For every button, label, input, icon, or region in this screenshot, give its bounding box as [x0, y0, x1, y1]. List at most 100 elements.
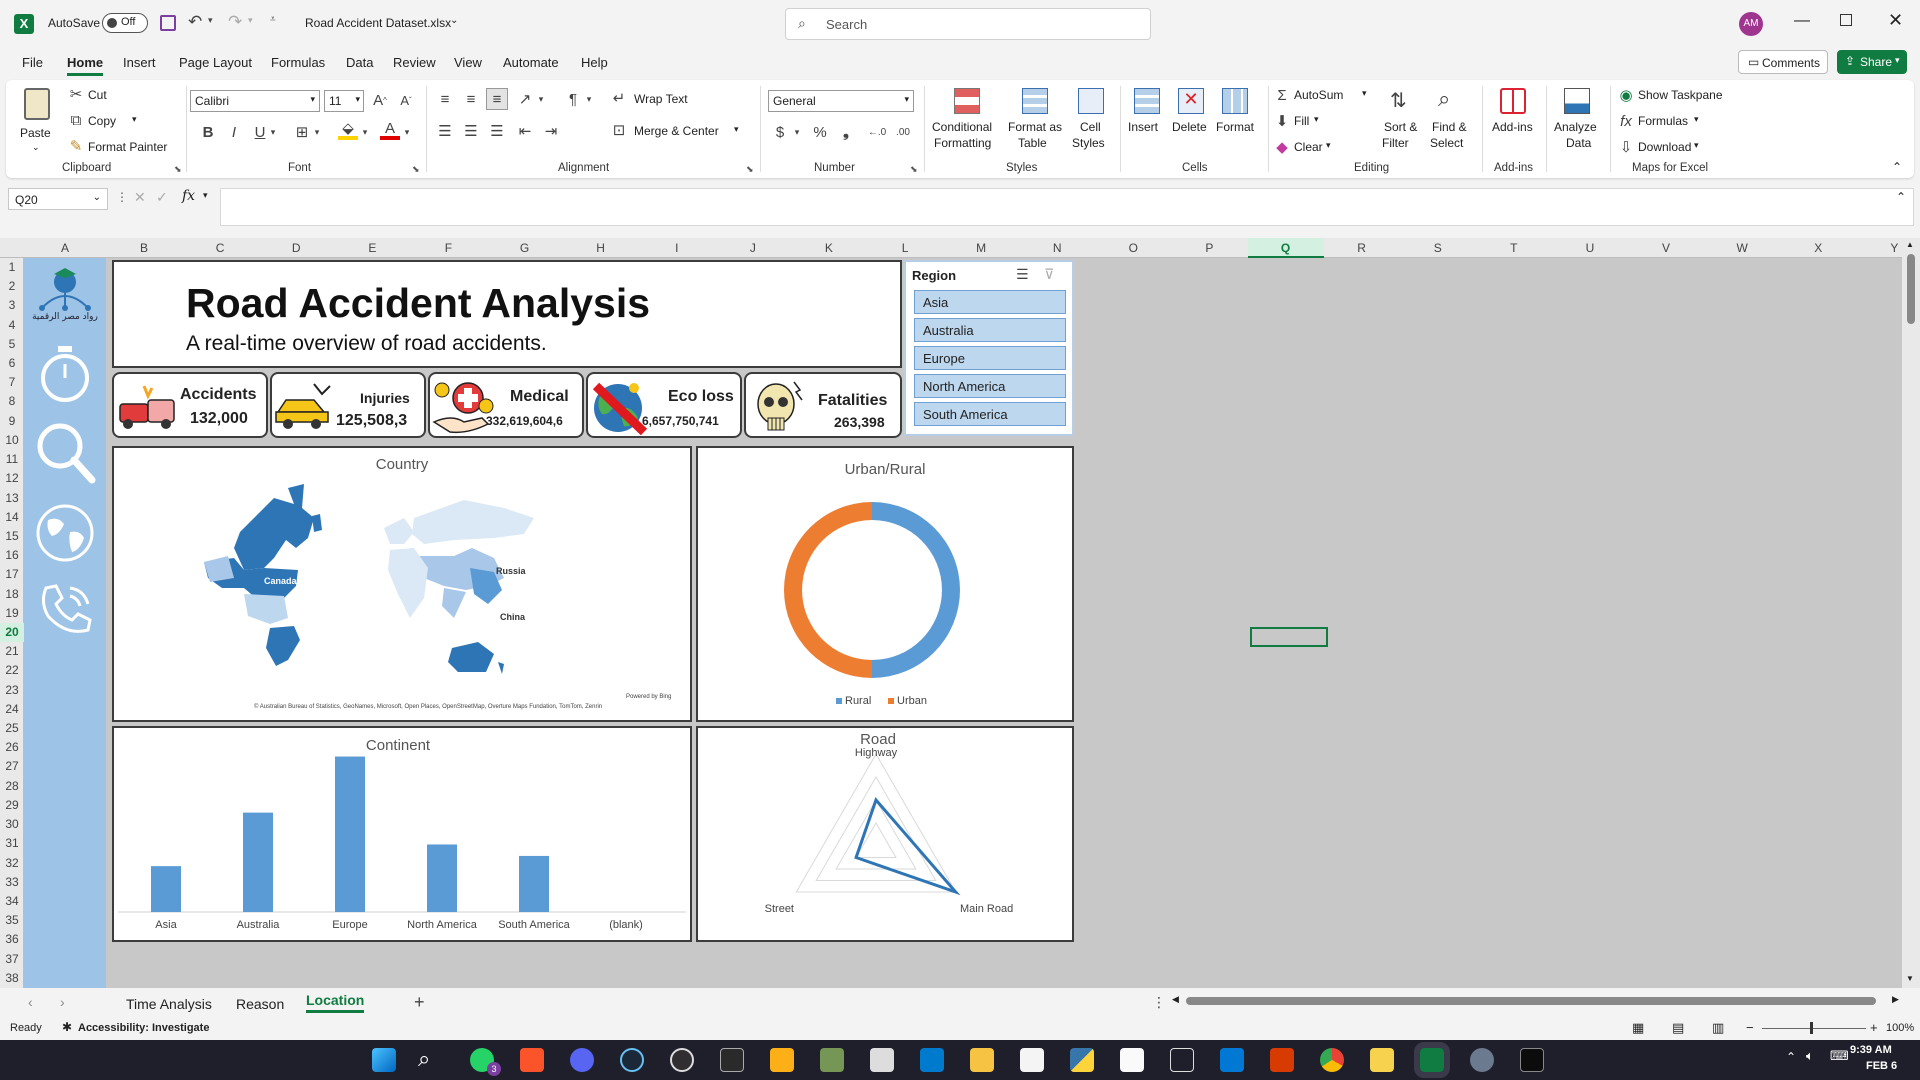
orientation-chevron-icon[interactable]: ▾ — [536, 88, 546, 110]
align-left-icon[interactable]: ☰ — [434, 120, 456, 142]
increase-decimal-icon[interactable]: ←.0 — [866, 122, 888, 142]
sort-filter-button[interactable]: ⇅ Sort & Filter — [1380, 86, 1424, 160]
fill-color-chevron-icon[interactable]: ▾ — [360, 122, 370, 142]
mosque-app-icon[interactable] — [870, 1048, 894, 1072]
column-header-q[interactable]: Q — [1247, 238, 1324, 258]
menu-insert[interactable]: Insert — [123, 55, 156, 70]
borders-chevron-icon[interactable]: ▾ — [312, 122, 322, 142]
more-options-icon[interactable]: ⋮ — [116, 190, 128, 204]
row-header-5[interactable]: 5 — [0, 335, 24, 354]
slicer-item-south-america[interactable]: South America — [914, 402, 1066, 426]
accessibility-status[interactable]: Accessibility: Investigate — [78, 1022, 209, 1034]
addins-button[interactable]: Add-ins — [1490, 86, 1538, 160]
number-format-select[interactable]: General ▾ — [768, 90, 914, 112]
row-header-28[interactable]: 28 — [0, 777, 24, 796]
row-header-32[interactable]: 32 — [0, 854, 24, 873]
format-painter-button[interactable]: Format Painter — [88, 140, 167, 154]
font-color-icon[interactable]: A — [380, 120, 400, 140]
column-header-o[interactable]: O — [1095, 238, 1171, 258]
analyze-data-button[interactable]: Analyze Data — [1552, 86, 1604, 160]
brave-icon[interactable] — [520, 1048, 544, 1072]
column-header-w[interactable]: W — [1704, 238, 1780, 258]
clear-button[interactable]: Clear — [1294, 140, 1323, 154]
autosave-toggle[interactable]: Off — [102, 13, 148, 33]
keyboard-icon[interactable]: ⌨ — [1830, 1048, 1849, 1064]
selected-cell-q20[interactable] — [1250, 627, 1328, 647]
excel-logo-icon[interactable]: X — [14, 14, 34, 34]
file-name[interactable]: Road Accident Dataset.xlsx — [305, 16, 451, 30]
restore-icon[interactable] — [1840, 14, 1852, 26]
paste-button[interactable]: Paste ⌄ — [20, 86, 54, 166]
font-size-select[interactable]: 11 ▾ — [324, 90, 364, 112]
row-header-30[interactable]: 30 — [0, 815, 24, 834]
italic-icon[interactable]: I — [224, 122, 244, 142]
sheet-options-icon[interactable]: ⋮ — [1152, 994, 1166, 1011]
copy-chevron-icon[interactable]: ▾ — [132, 114, 137, 125]
redo-dropdown-icon[interactable]: ▾ — [248, 15, 253, 26]
underline-chevron-icon[interactable]: ▾ — [268, 122, 278, 142]
row-header-33[interactable]: 33 — [0, 873, 24, 892]
fill-button[interactable]: Fill — [1294, 114, 1309, 128]
comma-style-icon[interactable]: ❟ — [836, 122, 856, 142]
show-taskpane-button[interactable]: Show Taskpane — [1638, 88, 1723, 102]
row-header-2[interactable]: 2 — [0, 277, 24, 296]
menu-data[interactable]: Data — [346, 55, 373, 70]
number-launcher-icon[interactable]: ⬊ — [910, 164, 918, 175]
row-header-10[interactable]: 10 — [0, 431, 24, 450]
page-layout-view-icon[interactable]: ▤ — [1672, 1020, 1684, 1036]
column-header-s[interactable]: S — [1400, 238, 1476, 258]
rtl-icon[interactable]: ¶ — [562, 88, 584, 110]
slicer-item-asia[interactable]: Asia — [914, 290, 1066, 314]
scroll-up-icon[interactable]: ▲ — [1906, 240, 1914, 249]
row-header-23[interactable]: 23 — [0, 681, 24, 700]
currency-chevron-icon[interactable]: ▾ — [792, 122, 802, 142]
scroll-right-icon[interactable]: ▶ — [1892, 994, 1899, 1005]
file-explorer-icon[interactable] — [970, 1048, 994, 1072]
orientation-icon[interactable]: ↗ — [514, 88, 536, 110]
clock-time[interactable]: 9:39 AM — [1850, 1044, 1892, 1056]
next-sheet-icon[interactable]: › — [60, 994, 65, 1010]
column-header-r[interactable]: R — [1324, 238, 1400, 258]
horizontal-scrollbar[interactable]: ◀ ▶ — [1172, 994, 1906, 1008]
zoom-out-icon[interactable]: − — [1746, 1020, 1754, 1035]
column-header-c[interactable]: C — [182, 238, 258, 258]
format-cells-button[interactable]: Format — [1214, 86, 1258, 160]
merge-center-button[interactable]: Merge & Center — [634, 124, 719, 138]
conditional-formatting-button[interactable]: Conditional Formatting — [930, 86, 1002, 160]
sticky-notes-icon[interactable] — [1370, 1048, 1394, 1072]
discord-icon[interactable] — [570, 1048, 594, 1072]
column-header-u[interactable]: U — [1552, 238, 1628, 258]
column-header-e[interactable]: E — [334, 238, 410, 258]
font-launcher-icon[interactable]: ⬊ — [412, 164, 420, 175]
clipboard-launcher-icon[interactable]: ⬊ — [174, 164, 182, 175]
start-icon[interactable] — [372, 1048, 396, 1072]
notepad-icon[interactable] — [1020, 1048, 1044, 1072]
merge-center-chevron-icon[interactable]: ▾ — [734, 124, 739, 135]
avatar[interactable]: AM — [1739, 12, 1763, 36]
stopwatch-icon[interactable] — [36, 342, 94, 404]
comments-button[interactable]: ▭ Comments — [1738, 50, 1828, 74]
font-color-chevron-icon[interactable]: ▾ — [402, 122, 412, 142]
row-header-11[interactable]: 11 — [0, 450, 24, 469]
share-button[interactable]: ⇪ Share ▾ — [1837, 50, 1907, 74]
vertical-scrollbar[interactable]: ▲ ▼ — [1902, 238, 1920, 988]
column-header-n[interactable]: N — [1019, 238, 1095, 258]
zoom-slider[interactable] — [1762, 1022, 1866, 1034]
multi-select-icon[interactable]: ☰ — [1016, 266, 1029, 283]
decrease-decimal-icon[interactable]: .00 — [892, 122, 914, 142]
row-header-37[interactable]: 37 — [0, 950, 24, 969]
row-header-27[interactable]: 27 — [0, 757, 24, 776]
row-header-9[interactable]: 9 — [0, 412, 24, 431]
row-header-22[interactable]: 22 — [0, 661, 24, 680]
document-icon[interactable] — [1120, 1048, 1144, 1072]
menu-view[interactable]: View — [454, 55, 482, 70]
sheet-tab-location[interactable]: Location — [306, 992, 365, 1013]
zoom-slider-thumb[interactable] — [1810, 1022, 1813, 1034]
road-panel[interactable]: Road Highway Main Road Street — [696, 726, 1074, 942]
row-header-36[interactable]: 36 — [0, 930, 24, 949]
row-header-31[interactable]: 31 — [0, 834, 24, 853]
currency-icon[interactable]: $ — [770, 122, 790, 142]
autosum-button[interactable]: AutoSum — [1294, 88, 1343, 102]
row-header-6[interactable]: 6 — [0, 354, 24, 373]
format-as-table-button[interactable]: Format as Table — [1006, 86, 1066, 160]
